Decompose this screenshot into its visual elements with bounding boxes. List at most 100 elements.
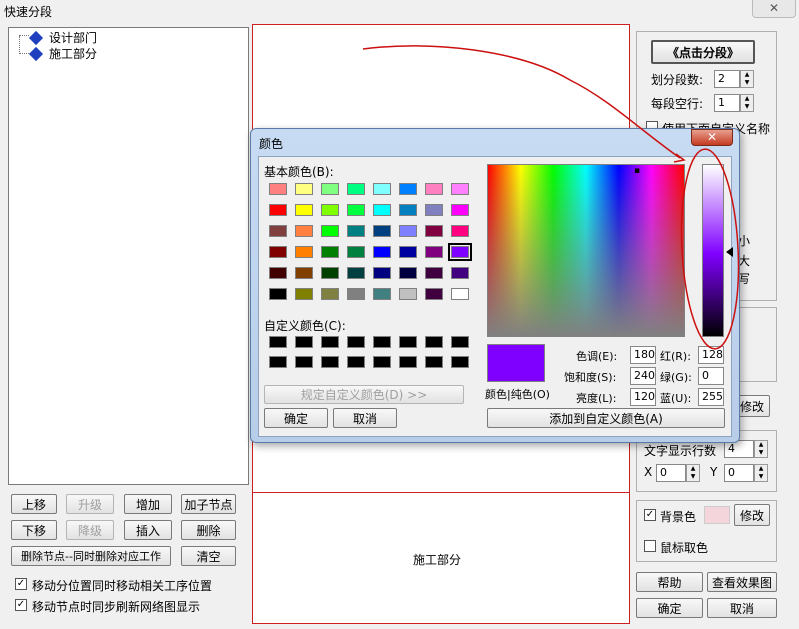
- luminance-slider[interactable]: [702, 164, 724, 337]
- basic-color-swatch[interactable]: [399, 183, 417, 195]
- custom-color-swatch[interactable]: [295, 356, 313, 368]
- basic-color-swatch[interactable]: [269, 246, 287, 258]
- basic-color-swatch[interactable]: [295, 267, 313, 279]
- basic-color-swatch[interactable]: [347, 183, 365, 195]
- basic-color-swatch[interactable]: [347, 204, 365, 216]
- move-position-checkbox[interactable]: ✓: [15, 578, 27, 590]
- x-spinner[interactable]: ▲ ▼: [686, 464, 700, 482]
- define-custom-button[interactable]: 规定自定义颜色(D) >>: [264, 385, 464, 404]
- delete-button[interactable]: 删除: [181, 520, 236, 540]
- add-custom-color-button[interactable]: 添加到自定义颜色(A): [487, 408, 725, 428]
- blank-rows-spinner[interactable]: ▲ ▼: [740, 94, 754, 112]
- move-up-button[interactable]: 上移: [11, 494, 57, 514]
- ok-button[interactable]: 确定: [636, 598, 703, 618]
- basic-color-swatch[interactable]: [269, 183, 287, 195]
- basic-color-swatch[interactable]: [425, 204, 443, 216]
- custom-color-swatch[interactable]: [295, 336, 313, 348]
- custom-color-swatch[interactable]: [321, 356, 339, 368]
- basic-color-swatch[interactable]: [295, 246, 313, 258]
- promote-button[interactable]: 升级: [66, 494, 114, 514]
- custom-color-swatch[interactable]: [347, 356, 365, 368]
- hue-input[interactable]: 180: [630, 346, 656, 364]
- dialog-ok-button[interactable]: 确定: [264, 408, 328, 428]
- luminance-arrow-icon[interactable]: [726, 247, 733, 257]
- view-effect-button[interactable]: 查看效果图: [707, 572, 777, 592]
- basic-color-swatch[interactable]: [321, 288, 339, 300]
- basic-color-swatch[interactable]: [373, 225, 391, 237]
- basic-color-swatch[interactable]: [425, 267, 443, 279]
- basic-color-swatch[interactable]: [347, 267, 365, 279]
- bg-color-checkbox[interactable]: ✓: [644, 509, 656, 521]
- custom-color-swatch[interactable]: [451, 336, 469, 348]
- basic-color-swatch[interactable]: [295, 288, 313, 300]
- basic-color-swatch[interactable]: [451, 225, 469, 237]
- basic-color-swatch[interactable]: [295, 225, 313, 237]
- custom-color-swatch[interactable]: [425, 336, 443, 348]
- basic-color-swatch[interactable]: [425, 288, 443, 300]
- basic-color-swatch[interactable]: [451, 204, 469, 216]
- basic-color-swatch[interactable]: [269, 204, 287, 216]
- basic-color-swatch[interactable]: [295, 204, 313, 216]
- lum-input[interactable]: 120: [630, 388, 656, 406]
- basic-color-swatch[interactable]: [399, 204, 417, 216]
- insert-button[interactable]: 插入: [124, 520, 172, 540]
- custom-color-swatch[interactable]: [373, 356, 391, 368]
- add-child-button[interactable]: 加子节点: [181, 494, 236, 514]
- basic-color-swatch[interactable]: [399, 288, 417, 300]
- basic-color-swatch[interactable]: [451, 183, 469, 195]
- tree-item[interactable]: 设计部门: [28, 29, 97, 46]
- basic-color-swatch[interactable]: [451, 288, 469, 300]
- basic-color-swatch[interactable]: [321, 225, 339, 237]
- custom-color-swatch[interactable]: [347, 336, 365, 348]
- basic-color-swatch[interactable]: [425, 225, 443, 237]
- custom-color-swatch[interactable]: [373, 336, 391, 348]
- basic-color-swatch[interactable]: [295, 183, 313, 195]
- green-input[interactable]: 0: [698, 367, 724, 385]
- close-button[interactable]: ✕: [752, 0, 796, 18]
- text-rows-spinner[interactable]: ▲ ▼: [754, 440, 768, 458]
- segment-count-spinner[interactable]: ▲ ▼: [740, 70, 754, 88]
- basic-color-swatch[interactable]: [347, 225, 365, 237]
- demote-button[interactable]: 降级: [66, 520, 114, 540]
- basic-color-swatch[interactable]: [399, 225, 417, 237]
- blue-input[interactable]: 255: [698, 388, 724, 406]
- clear-button[interactable]: 清空: [181, 546, 236, 566]
- custom-color-swatch[interactable]: [269, 336, 287, 348]
- sat-input[interactable]: 240: [630, 367, 656, 385]
- basic-color-swatch[interactable]: [347, 246, 365, 258]
- cancel-button[interactable]: 取消: [707, 598, 777, 618]
- delete-node-button[interactable]: 删除节点--同时删除对应工作: [11, 546, 171, 566]
- sync-refresh-checkbox[interactable]: ✓: [15, 599, 27, 611]
- basic-color-swatch[interactable]: [269, 288, 287, 300]
- custom-color-swatch[interactable]: [269, 356, 287, 368]
- color-spectrum[interactable]: ▪: [487, 164, 685, 337]
- x-input[interactable]: 0: [656, 464, 686, 482]
- basic-color-swatch[interactable]: [347, 288, 365, 300]
- tree-item[interactable]: 施工部分: [28, 45, 97, 62]
- blank-rows-input[interactable]: 1: [714, 94, 740, 112]
- help-button[interactable]: 帮助: [636, 572, 703, 592]
- basic-color-swatch[interactable]: [373, 183, 391, 195]
- click-segment-button[interactable]: 《点击分段》: [651, 40, 755, 64]
- red-input[interactable]: 128: [698, 346, 724, 364]
- basic-color-swatch[interactable]: [269, 225, 287, 237]
- basic-color-swatch[interactable]: [269, 267, 287, 279]
- custom-color-swatch[interactable]: [321, 336, 339, 348]
- basic-color-swatch[interactable]: [451, 267, 469, 279]
- basic-color-swatch[interactable]: [321, 204, 339, 216]
- basic-color-swatch[interactable]: [425, 246, 443, 258]
- custom-color-swatch[interactable]: [425, 356, 443, 368]
- basic-color-swatch[interactable]: [448, 243, 472, 261]
- basic-color-swatch[interactable]: [373, 267, 391, 279]
- bg-modify-button[interactable]: 修改: [734, 504, 770, 526]
- basic-color-swatch[interactable]: [399, 246, 417, 258]
- basic-color-swatch[interactable]: [321, 246, 339, 258]
- color-dialog-close-button[interactable]: ✕: [691, 129, 733, 146]
- basic-color-swatch[interactable]: [425, 183, 443, 195]
- dialog-cancel-button[interactable]: 取消: [333, 408, 397, 428]
- mouse-pick-checkbox[interactable]: [644, 540, 656, 552]
- basic-color-swatch[interactable]: [321, 183, 339, 195]
- add-button[interactable]: 增加: [124, 494, 172, 514]
- move-down-button[interactable]: 下移: [11, 520, 57, 540]
- basic-color-swatch[interactable]: [373, 204, 391, 216]
